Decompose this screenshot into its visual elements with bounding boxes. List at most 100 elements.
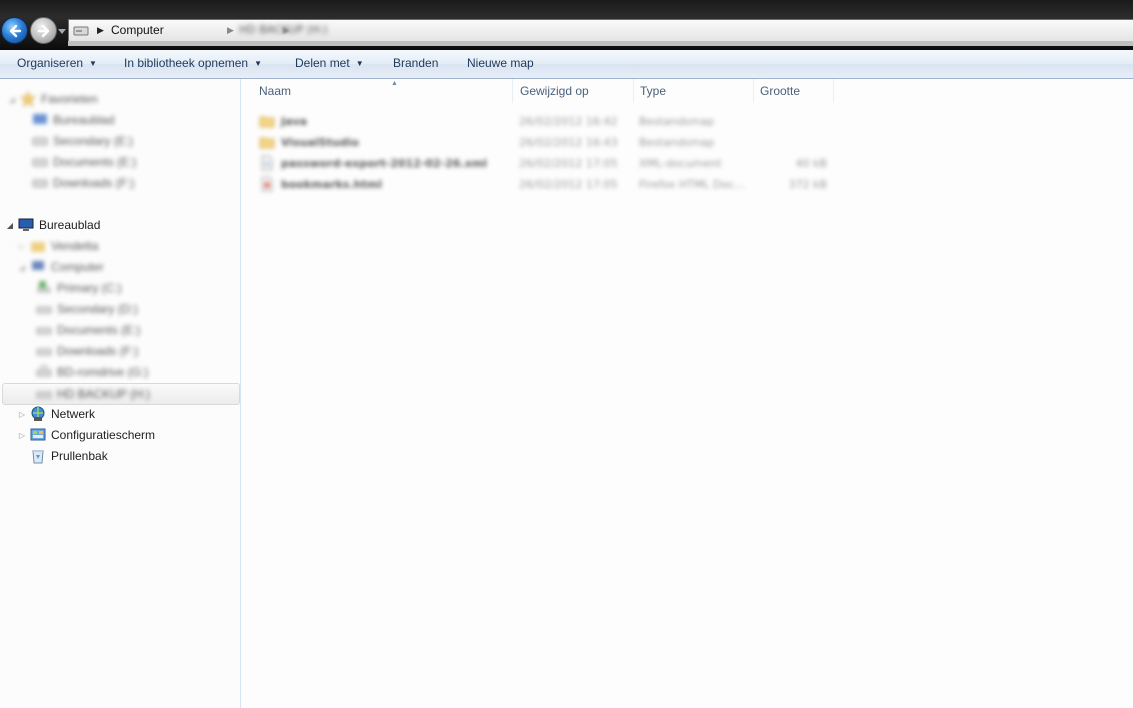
nav-control-panel[interactable]: ▷ Configuratiescherm bbox=[18, 425, 155, 445]
nav-recycle-bin-label: Prullenbak bbox=[51, 449, 108, 463]
nav-drive[interactable]: BD-romdrive (G:) bbox=[36, 362, 148, 382]
nav-favorite-label: Bureaublad bbox=[53, 113, 115, 127]
desktop-icon bbox=[18, 218, 34, 231]
file-name: password-export-2012-02-26.xml bbox=[281, 156, 488, 170]
burn-label: Branden bbox=[393, 56, 439, 70]
new-folder-button[interactable]: Nieuwe map bbox=[467, 56, 534, 70]
expander-icon[interactable]: ◢ bbox=[18, 263, 26, 272]
organize-button[interactable]: Organiseren ▼ bbox=[17, 56, 97, 70]
nav-favorite-item[interactable]: Downloads (F:) bbox=[32, 173, 134, 193]
nav-desktop-label: Bureaublad bbox=[39, 218, 101, 232]
breadcrumb-separator-icon[interactable]: ▶ bbox=[283, 26, 290, 36]
title-bar: ▶ Computer ▶ HD BACKUP (H:) ▶ bbox=[0, 0, 1133, 50]
file-row[interactable]: bookmarks.html 26/02/2012 17:05 Firefox … bbox=[259, 174, 829, 194]
nav-drive-label: Documents (E:) bbox=[57, 323, 141, 337]
expander-icon[interactable]: ▷ bbox=[18, 242, 26, 251]
command-bar: Organiseren ▼ In bibliotheek opnemen ▼ Del… bbox=[0, 50, 1133, 79]
file-modified: 26/02/2012 16:42 bbox=[519, 114, 618, 128]
file-name: VisualStudio bbox=[281, 135, 359, 149]
include-in-library-button[interactable]: In bibliotheek opnemen ▼ bbox=[124, 56, 262, 70]
file-row[interactable]: VisualStudio 26/02/2012 16:43 Bestandsma… bbox=[259, 132, 829, 152]
optical-drive-icon bbox=[36, 364, 52, 377]
breadcrumb-separator-icon[interactable]: ▶ bbox=[227, 26, 234, 36]
nav-drive[interactable]: Primary (C:) bbox=[36, 278, 122, 298]
burn-button[interactable]: Branden bbox=[393, 56, 438, 70]
new-folder-label: Nieuwe map bbox=[467, 56, 534, 70]
share-with-button[interactable]: Delen met ▼ bbox=[295, 56, 364, 70]
back-button[interactable] bbox=[1, 17, 28, 44]
file-row[interactable]: password-export-2012-02-26.xml 26/02/201… bbox=[259, 153, 829, 173]
column-header-size-label: Grootte bbox=[760, 84, 801, 98]
expander-icon[interactable]: ◢ bbox=[6, 221, 14, 230]
chevron-down-icon: ▼ bbox=[254, 59, 263, 68]
folder-icon bbox=[259, 137, 275, 149]
file-size: 372 kB bbox=[788, 177, 827, 191]
network-icon bbox=[31, 406, 45, 421]
control-panel-icon bbox=[30, 428, 46, 441]
forward-button[interactable] bbox=[30, 17, 57, 44]
file-type: XML-document bbox=[639, 156, 722, 170]
nav-recycle-bin[interactable]: Prullenbak bbox=[30, 446, 108, 466]
breadcrumb-separator-icon[interactable]: ▶ bbox=[97, 26, 104, 36]
nav-computer[interactable]: ◢ Computer bbox=[18, 257, 104, 277]
folder-icon bbox=[259, 116, 275, 128]
breadcrumb-computer[interactable]: Computer bbox=[111, 23, 164, 37]
computer-icon bbox=[32, 261, 44, 270]
file-row[interactable]: Java 26/02/2012 16:42 Bestandsmap bbox=[259, 111, 829, 131]
sort-ascending-icon: ▲ bbox=[391, 80, 398, 87]
nav-desktop[interactable]: ◢ Bureaublad bbox=[6, 215, 100, 235]
column-header-name[interactable]: Naam ▲ bbox=[253, 79, 513, 103]
nav-favorite-label: Documents (E:) bbox=[53, 155, 137, 169]
nav-drive[interactable]: Documents (E:) bbox=[36, 320, 140, 340]
file-name: Java bbox=[281, 114, 308, 128]
column-header-modified-label: Gewijzigd op bbox=[520, 84, 589, 98]
drive-icon bbox=[36, 327, 52, 335]
nav-drive-selected[interactable]: HD BACKUP (H:) bbox=[36, 384, 150, 404]
column-header-size[interactable]: Grootte bbox=[754, 79, 834, 103]
include-in-library-label: In bibliotheek opnemen bbox=[124, 56, 249, 70]
nav-drive-label: BD-romdrive (G:) bbox=[57, 365, 149, 379]
column-header-type[interactable]: Type bbox=[634, 79, 754, 103]
nav-drive[interactable]: Downloads (F:) bbox=[36, 341, 138, 361]
file-type: Bestandsmap bbox=[639, 114, 715, 128]
expander-icon[interactable]: ▷ bbox=[18, 410, 26, 419]
xml-file-icon bbox=[261, 155, 273, 171]
drive-icon bbox=[73, 26, 89, 36]
organize-label: Organiseren bbox=[17, 56, 84, 70]
nav-network[interactable]: ▷ Netwerk bbox=[18, 404, 95, 424]
nav-favorite-label: Secondary (E:) bbox=[53, 134, 134, 148]
nav-control-panel-label: Configuratiescherm bbox=[51, 428, 156, 442]
expander-icon[interactable]: ◢ bbox=[8, 95, 16, 104]
nav-user-folder[interactable]: ▷ Vendetta bbox=[18, 236, 98, 256]
address-bar-shadow bbox=[68, 41, 1133, 46]
nav-favorite-item[interactable]: Bureaublad bbox=[32, 110, 114, 130]
column-header-modified[interactable]: Gewijzigd op bbox=[514, 79, 634, 103]
drive-icon bbox=[32, 179, 48, 188]
navigation-pane[interactable]: ◢ Favorieten Bureaublad Secondary (E:) D… bbox=[0, 79, 241, 708]
nav-favorites[interactable]: ◢ Favorieten bbox=[8, 89, 98, 109]
file-list[interactable]: Naam ▲ Gewijzigd op Type Grootte Java 26… bbox=[241, 79, 1133, 708]
drive-icon bbox=[36, 306, 52, 314]
nav-computer-label: Computer bbox=[51, 260, 104, 274]
expander-icon[interactable]: ▷ bbox=[18, 431, 26, 440]
column-header-name-label: Naam bbox=[259, 84, 292, 98]
nav-favorite-item[interactable]: Documents (E:) bbox=[32, 152, 136, 172]
nav-drive[interactable]: Secondary (D:) bbox=[36, 299, 138, 319]
recycle-bin-icon bbox=[32, 450, 44, 464]
drive-icon bbox=[32, 158, 48, 167]
nav-drive-label: Downloads (F:) bbox=[57, 344, 139, 358]
windows-drive-icon bbox=[37, 281, 51, 293]
nav-favorite-item[interactable]: Secondary (E:) bbox=[32, 131, 133, 151]
chevron-down-icon: ▼ bbox=[355, 59, 364, 68]
file-size: 40 kB bbox=[795, 156, 827, 170]
chevron-down-icon: ▼ bbox=[89, 59, 97, 68]
arrow-left-icon bbox=[9, 24, 21, 37]
user-folder-icon bbox=[31, 242, 45, 252]
nav-drive-label: Primary (C:) bbox=[57, 281, 122, 295]
drive-icon bbox=[36, 391, 52, 399]
recent-pages-dropdown[interactable] bbox=[58, 27, 66, 35]
file-name: bookmarks.html bbox=[281, 177, 382, 191]
arrow-right-icon bbox=[37, 24, 49, 37]
address-bar[interactable]: ▶ Computer ▶ HD BACKUP (H:) ▶ bbox=[68, 19, 1133, 43]
file-modified: 26/02/2012 16:43 bbox=[519, 135, 618, 149]
